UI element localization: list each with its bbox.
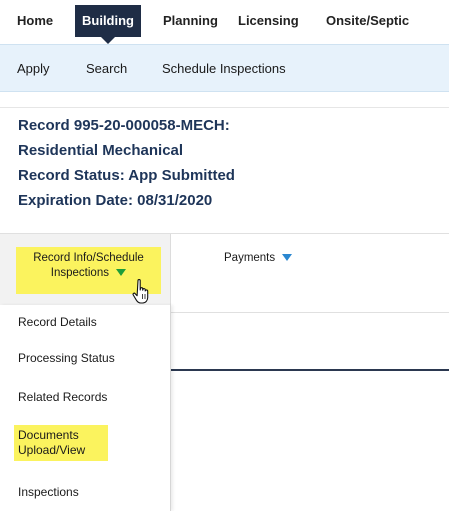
subnav-item-schedule-inspections[interactable]: Schedule Inspections [162,61,286,76]
record-status: Record Status: App Submitted [18,167,235,184]
nav-item-onsite-septic[interactable]: Onsite/Septic [326,13,409,28]
nav-item-building[interactable]: Building [75,5,141,44]
record-expiration-date: Expiration Date: 08/31/2020 [18,192,213,209]
tab-payments-label: Payments [224,252,276,264]
payments-caret-icon[interactable] [282,254,293,262]
active-caret-icon [101,37,115,44]
tab-record-info-line1: Record Info/Schedule [33,252,144,264]
record-info-dropdown-menu: Record Details Processing Status Related… [0,305,171,511]
hand-pointer-icon [132,279,149,304]
record-tab-bar: Record Info/Schedule Inspections Payment… [0,233,449,307]
top-nav: Home Building Planning Licensing Onsite/… [0,0,449,44]
content-divider [171,312,449,313]
record-number: Record 995-20-000058-MECH: [18,117,230,134]
nav-item-planning[interactable]: Planning [163,13,218,28]
sub-nav: Apply Search Schedule Inspections [0,44,449,92]
tab-record-info-label: Record Info/Schedule Inspections [16,251,161,281]
nav-item-home[interactable]: Home [17,13,53,28]
record-type: Residential Mechanical [18,142,184,159]
subnav-item-apply[interactable]: Apply [17,61,50,76]
tab-payments[interactable]: Payments [224,252,293,264]
menu-item-processing-status[interactable]: Processing Status [18,351,115,365]
nav-item-building-label: Building [82,13,134,28]
content-rule [171,369,449,371]
tab-record-info-line2: Inspections [50,267,109,279]
menu-item-documents-upload-view[interactable]: Documents Upload/View [14,425,108,461]
record-header: Record 995-20-000058-MECH: Residential M… [0,107,449,232]
menu-item-record-details[interactable]: Record Details [18,315,97,329]
menu-item-related-records[interactable]: Related Records [18,390,107,404]
nav-item-licensing[interactable]: Licensing [238,13,299,28]
menu-item-inspections[interactable]: Inspections [18,485,79,499]
dropdown-caret-icon[interactable] [116,269,127,277]
subnav-item-search[interactable]: Search [86,61,127,76]
